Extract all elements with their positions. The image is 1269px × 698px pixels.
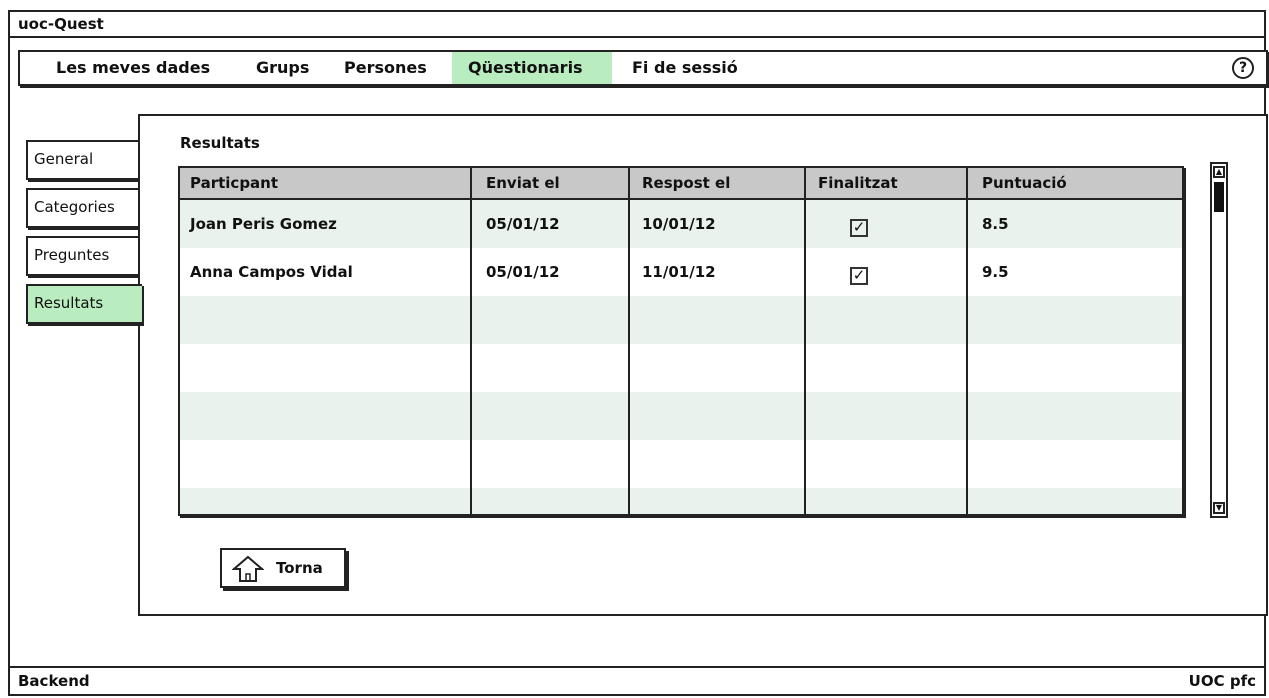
column-divider: [470, 168, 472, 514]
main-menu: Les meves dades Grups Persones Qüestiona…: [18, 50, 1268, 86]
menu-item-questionaris[interactable]: Qüestionaris: [452, 52, 612, 84]
table-header: Particpant Enviat el Respost el Finalitz…: [180, 168, 1182, 200]
table-row-empty: [180, 440, 1182, 488]
results-panel: Resultats Particpant Enviat el Respost e…: [138, 114, 1268, 616]
column-divider: [628, 168, 630, 514]
cell-answered: 11/01/12: [642, 263, 716, 281]
checkbox-checked-icon[interactable]: ✓: [850, 267, 868, 285]
tab-resultats[interactable]: Resultats: [26, 284, 142, 324]
cell-score: 8.5: [982, 215, 1009, 233]
column-header-finished[interactable]: Finalitzat: [818, 168, 898, 198]
cell-finished: ✓: [850, 248, 868, 296]
help-icon[interactable]: ?: [1232, 57, 1254, 79]
scroll-thumb[interactable]: [1214, 182, 1224, 212]
window-title: uoc-Quest: [10, 12, 1264, 38]
cell-sent: 05/01/12: [486, 263, 560, 281]
cell-answered: 10/01/12: [642, 215, 716, 233]
table-row[interactable]: Joan Peris Gomez 05/01/12 10/01/12 ✓ 8.5: [180, 200, 1182, 248]
menu-item-fi-de-sessio[interactable]: Fi de sessió: [624, 52, 746, 84]
status-bar: Backend UOC pfc: [10, 666, 1264, 694]
home-icon: [231, 554, 265, 588]
column-header-sent[interactable]: Enviat el: [486, 168, 560, 198]
menu-item-grups[interactable]: Grups: [248, 52, 317, 84]
table-scrollbar[interactable]: ▲ ▼: [1210, 162, 1228, 518]
cell-participant: Anna Campos Vidal: [190, 263, 353, 281]
menu-item-persones[interactable]: Persones: [336, 52, 435, 84]
cell-finished: ✓: [850, 200, 868, 248]
tab-categories[interactable]: Categories: [26, 188, 142, 228]
scroll-up-arrow-icon[interactable]: ▲: [1213, 166, 1225, 178]
table-row-empty: [180, 488, 1182, 514]
column-header-participant[interactable]: Particpant: [190, 168, 278, 198]
back-button-label: Torna: [276, 559, 323, 577]
scroll-down-arrow-icon[interactable]: ▼: [1213, 502, 1225, 514]
tab-general[interactable]: General: [26, 140, 142, 180]
table-row-empty: [180, 344, 1182, 392]
checkbox-checked-icon[interactable]: ✓: [850, 219, 868, 237]
column-header-answered[interactable]: Respost el: [642, 168, 730, 198]
cell-score: 9.5: [982, 263, 1009, 281]
table-row[interactable]: Anna Campos Vidal 05/01/12 11/01/12 ✓ 9.…: [180, 248, 1182, 296]
cell-sent: 05/01/12: [486, 215, 560, 233]
column-divider: [804, 168, 806, 514]
column-header-score[interactable]: Puntuació: [982, 168, 1067, 198]
table-row-empty: [180, 392, 1182, 440]
table-row-empty: [180, 296, 1182, 344]
panel-title: Resultats: [180, 134, 260, 152]
status-left: Backend: [18, 672, 90, 690]
back-button[interactable]: Torna: [220, 548, 346, 588]
cell-participant: Joan Peris Gomez: [190, 215, 337, 233]
results-table: Particpant Enviat el Respost el Finalitz…: [178, 166, 1184, 516]
tab-preguntes[interactable]: Preguntes: [26, 236, 142, 276]
menu-item-les-meves-dades[interactable]: Les meves dades: [48, 52, 218, 84]
app-window: uoc-Quest Les meves dades Grups Persones…: [8, 10, 1268, 696]
status-right: UOC pfc: [1188, 672, 1256, 690]
column-divider: [966, 168, 968, 514]
